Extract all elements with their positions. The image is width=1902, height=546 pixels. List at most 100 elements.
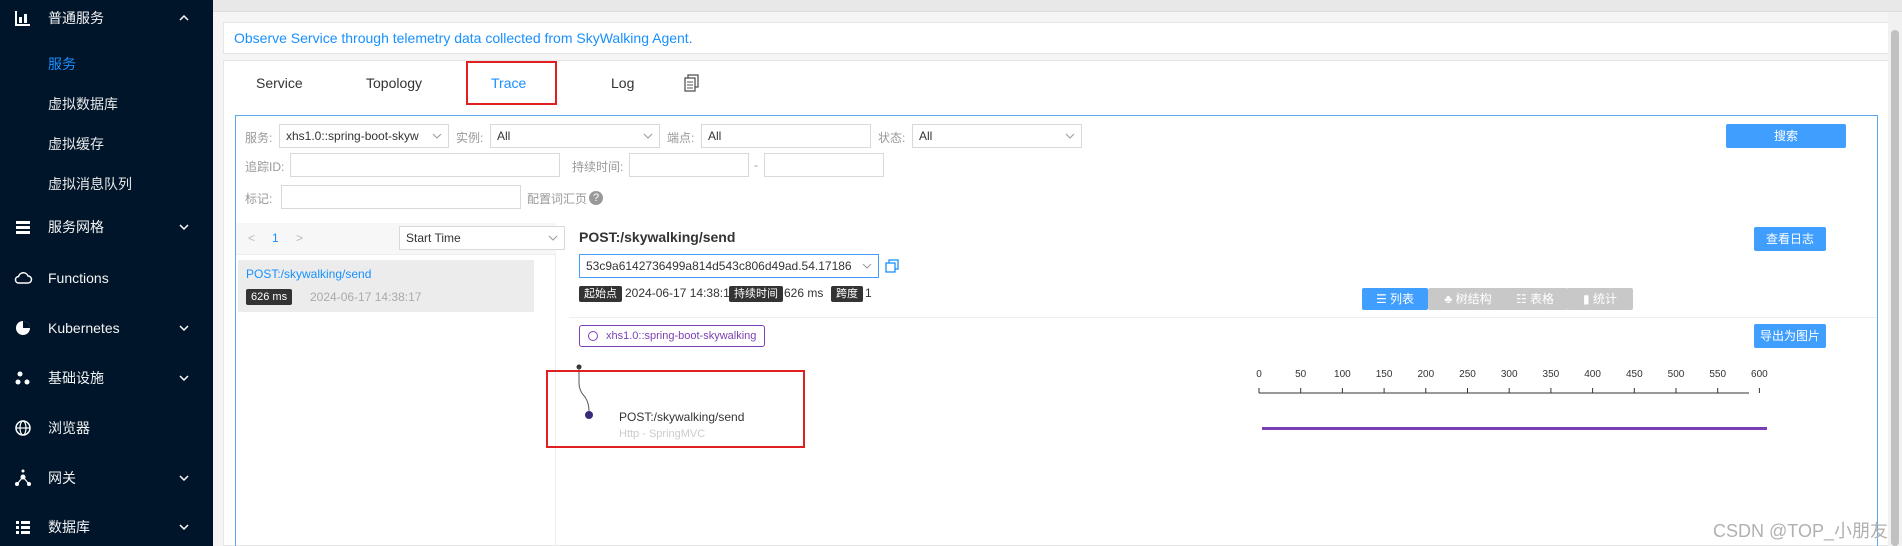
stack-icon xyxy=(12,216,34,238)
sidebar-group-browser[interactable]: 浏览器 xyxy=(0,406,213,450)
duration-min-input[interactable] xyxy=(629,153,749,177)
timeline-tick-label: 250 xyxy=(1459,369,1476,380)
instance-select-value: All xyxy=(497,129,511,143)
sidebar-group-functions[interactable]: Functions xyxy=(0,256,213,300)
top-strip xyxy=(213,0,1902,12)
chevron-down-icon xyxy=(179,224,189,231)
trace-duration-badge: 626 ms xyxy=(246,289,293,305)
tags-help-link[interactable]: 配置词汇页 xyxy=(527,190,587,207)
duration-max-input[interactable] xyxy=(764,153,884,177)
dashboard-panel: Service Topology Trace Log 服务: xhs1.0::s… xyxy=(223,60,1890,546)
chevron-down-icon xyxy=(179,524,189,531)
span-count-value: 1 xyxy=(865,286,872,300)
export-image-button[interactable]: 导出为图片 xyxy=(1754,324,1826,348)
view-stats-button[interactable]: ▮ 统计 xyxy=(1567,288,1633,310)
service-circle-icon xyxy=(588,331,598,341)
sidebar-group-kubernetes[interactable]: Kubernetes xyxy=(0,306,213,350)
endpoint-input[interactable]: All xyxy=(701,124,871,148)
sidebar-group-label: 普通服务 xyxy=(48,10,104,26)
service-badge[interactable]: xhs1.0::spring-boot-skywalking xyxy=(579,325,766,347)
sidebar-group-label: Kubernetes xyxy=(48,320,120,336)
chevron-down-icon xyxy=(548,235,558,241)
service-label: 服务: xyxy=(245,131,273,145)
view-list-button[interactable]: ☰ 列表 xyxy=(1362,288,1428,310)
chevron-down-icon xyxy=(643,133,653,139)
sidebar: 普通服务 服务 虚拟数据库 虚拟缓存 虚拟消息队列 服务网格 Functions… xyxy=(0,0,213,546)
search-button[interactable]: 搜索 xyxy=(1726,124,1846,148)
sidebar-group-label: 网关 xyxy=(48,470,76,486)
cloud-icon xyxy=(12,267,34,289)
highlight-box-trace-tab xyxy=(466,61,557,105)
tab-service[interactable]: Service xyxy=(256,75,303,91)
sidebar-group-infrastructure[interactable]: 基础设施 xyxy=(0,356,213,400)
copy-icon[interactable] xyxy=(684,74,700,95)
timeline-tick-label: 100 xyxy=(1334,369,1351,380)
view-table-button[interactable]: ☷ 表格 xyxy=(1502,288,1568,310)
nodes-icon xyxy=(12,367,34,389)
timeline-tick-label: 500 xyxy=(1668,369,1685,380)
sidebar-group-normal-service[interactable]: 普通服务 xyxy=(0,0,213,40)
list-icon xyxy=(12,516,34,538)
chevron-down-icon xyxy=(862,263,872,269)
view-table-label: 表格 xyxy=(1530,292,1555,306)
highlight-box-span xyxy=(546,370,805,448)
sidebar-group-gateway[interactable]: 网关 xyxy=(0,456,213,500)
sidebar-sub-virtual-cache[interactable]: 虚拟缓存 xyxy=(48,134,104,154)
sidebar-sub-virtual-mq[interactable]: 虚拟消息队列 xyxy=(48,174,132,194)
chevron-down-icon xyxy=(179,375,189,382)
span-tag: 跨度 xyxy=(831,286,863,302)
chevron-up-icon xyxy=(179,14,189,21)
tags-input[interactable] xyxy=(281,185,521,209)
pie-icon xyxy=(12,317,34,339)
service-select[interactable]: xhs1.0::spring-boot-skyw xyxy=(279,124,449,148)
endpoint-input-value: All xyxy=(708,129,722,143)
watermark: CSDN @TOP_小朋友 xyxy=(1713,521,1888,541)
trace-list-item[interactable]: POST:/skywalking/send 626 ms 2024-06-17 … xyxy=(238,260,534,312)
duration-tag: 持续时间 xyxy=(729,286,783,302)
sidebar-sub-service[interactable]: 服务 xyxy=(48,54,76,74)
timeline-tick-label: 150 xyxy=(1376,369,1393,380)
sidebar-sub-virtual-db[interactable]: 虚拟数据库 xyxy=(48,94,118,114)
view-list-label: 列表 xyxy=(1390,292,1415,306)
prev-page-icon[interactable]: < xyxy=(248,231,255,245)
scrollbar-thumb[interactable] xyxy=(1891,30,1899,546)
trace-list: < 1 > Start Time POST:/skywalking/send 6… xyxy=(236,223,565,546)
timeline-tick-label: 450 xyxy=(1626,369,1643,380)
trace-id-input[interactable] xyxy=(290,153,560,177)
tab-topology[interactable]: Topology xyxy=(366,75,422,91)
gateway-icon xyxy=(12,467,34,489)
chevron-down-icon xyxy=(1065,133,1075,139)
question-icon[interactable]: ? xyxy=(589,191,603,205)
tab-log[interactable]: Log xyxy=(611,75,634,91)
timeline-tick-label: 300 xyxy=(1501,369,1518,380)
next-page-icon[interactable]: > xyxy=(296,231,303,245)
instance-select[interactable]: All xyxy=(490,124,660,148)
view-tree-label: 树结构 xyxy=(1455,292,1492,306)
tags-label: 标记: xyxy=(245,192,273,206)
view-logs-button[interactable]: 查看日志 xyxy=(1754,227,1826,251)
timeline-tick-label: 550 xyxy=(1709,369,1726,380)
sidebar-group-label: 数据库 xyxy=(48,519,90,535)
span-duration-bar xyxy=(1262,427,1767,430)
sidebar-group-service-mesh[interactable]: 服务网格 xyxy=(0,205,213,249)
instance-label: 实例: xyxy=(456,131,484,145)
main-content: Observe Service through telemetry data c… xyxy=(213,0,1902,546)
page-number[interactable]: 1 xyxy=(272,231,279,245)
sidebar-group-database[interactable]: 数据库 xyxy=(0,505,213,546)
timeline-tick-label: 50 xyxy=(1295,369,1307,380)
endpoint-label: 端点: xyxy=(667,131,695,145)
sort-select[interactable]: Start Time xyxy=(399,226,565,250)
trace-detail-title: POST:/skywalking/send xyxy=(579,229,736,245)
trace-list-header: < 1 > Start Time xyxy=(236,223,565,255)
trace-endpoint: POST:/skywalking/send xyxy=(246,267,372,281)
duration-separator: - xyxy=(754,158,758,172)
status-select[interactable]: All xyxy=(912,124,1082,148)
status-select-value: All xyxy=(919,129,933,143)
start-time-value: 2024-06-17 14:38:17 xyxy=(625,286,737,300)
trace-id-select[interactable]: 53c9a6142736499a814d543c806d49ad.54.1718… xyxy=(579,254,879,278)
copy-trace-id-icon[interactable] xyxy=(885,259,899,276)
view-tree-button[interactable]: ♣ 树结构 xyxy=(1428,288,1508,310)
timeline-tick-label: 600 xyxy=(1751,369,1768,380)
service-select-value: xhs1.0::spring-boot-skyw xyxy=(286,129,419,143)
trace-id-value: 53c9a6142736499a814d543c806d49ad.54.1718… xyxy=(586,259,852,273)
